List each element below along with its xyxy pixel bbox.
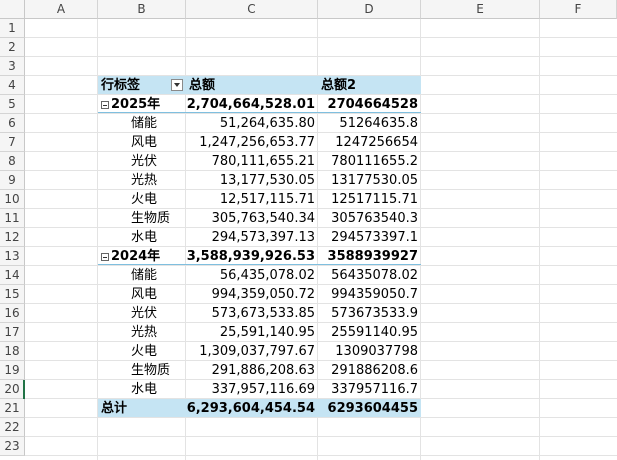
row-header-22[interactable]: 22 <box>0 418 25 437</box>
row-header-17[interactable]: 17 <box>0 323 25 342</box>
pivot-item-total2[interactable]: 1309037798 <box>318 342 421 361</box>
column-header-E[interactable]: E <box>421 0 540 19</box>
row-header-4[interactable]: 4 <box>0 76 25 95</box>
pivot-item-total2[interactable]: 573673533.9 <box>318 304 421 323</box>
pivot-item-total[interactable]: 56,435,078.02 <box>186 266 318 285</box>
pivot-item-label[interactable]: 水电 <box>98 380 186 399</box>
grid-line-horizontal <box>25 37 617 38</box>
pivot-group-label-text: 2024年 <box>111 249 161 264</box>
pivot-item-total[interactable]: 780,111,655.21 <box>186 152 318 171</box>
pivot-group-label[interactable]: 2025年 <box>98 95 186 114</box>
pivot-item-label[interactable]: 光热 <box>98 171 186 190</box>
pivot-item-total[interactable]: 1,247,256,653.77 <box>186 133 318 152</box>
column-header-B[interactable]: B <box>98 0 186 19</box>
grid-line-horizontal <box>25 455 617 456</box>
pivot-group-total[interactable]: 3,588,939,926.53 <box>186 247 318 266</box>
pivot-item-label[interactable]: 生物质 <box>98 361 186 380</box>
pivot-grand-total[interactable]: 6,293,604,454.54 <box>186 399 318 418</box>
pivot-item-total[interactable]: 305,763,540.34 <box>186 209 318 228</box>
pivot-group-total[interactable]: 2,704,664,528.01 <box>186 95 318 114</box>
pivot-grand-total2[interactable]: 6293604455 <box>318 399 421 418</box>
row-header-19[interactable]: 19 <box>0 361 25 380</box>
pivot-item-label[interactable]: 光伏 <box>98 152 186 171</box>
pivot-item-total[interactable]: 13,177,530.05 <box>186 171 318 190</box>
pivot-item-total2[interactable]: 337957116.7 <box>318 380 421 399</box>
row-header-9[interactable]: 9 <box>0 171 25 190</box>
row-header-13[interactable]: 13 <box>0 247 25 266</box>
row-header-8[interactable]: 8 <box>0 152 25 171</box>
column-header-F[interactable]: F <box>540 0 617 19</box>
pivot-item-label[interactable]: 火电 <box>98 190 186 209</box>
pivot-item-label[interactable]: 储能 <box>98 266 186 285</box>
pivot-item-total2[interactable]: 13177530.05 <box>318 171 421 190</box>
collapse-minus-icon[interactable] <box>101 252 109 261</box>
pivot-item-total[interactable]: 294,573,397.13 <box>186 228 318 247</box>
row-header-11[interactable]: 11 <box>0 209 25 228</box>
pivot-group-total2[interactable]: 3588939927 <box>318 247 421 266</box>
pivot-item-total2[interactable]: 1247256654 <box>318 133 421 152</box>
pivot-group-label-text: 2025年 <box>111 97 161 112</box>
column-header-C[interactable]: C <box>186 0 318 19</box>
row-header-21[interactable]: 21 <box>0 399 25 418</box>
row-header-3[interactable]: 3 <box>0 57 25 76</box>
row-header-6[interactable]: 6 <box>0 114 25 133</box>
row-header-12[interactable]: 12 <box>0 228 25 247</box>
row-header-14[interactable]: 14 <box>0 266 25 285</box>
select-all-corner[interactable] <box>0 0 25 19</box>
pivot-grand-total-label[interactable]: 总计 <box>98 399 186 418</box>
pivot-item-label[interactable]: 火电 <box>98 342 186 361</box>
pivot-item-label[interactable]: 风电 <box>98 285 186 304</box>
pivot-item-total2[interactable]: 56435078.02 <box>318 266 421 285</box>
pivot-item-total2[interactable]: 305763540.3 <box>318 209 421 228</box>
pivot-item-label[interactable]: 水电 <box>98 228 186 247</box>
filter-dropdown-button[interactable] <box>171 79 183 91</box>
pivot-item-total2[interactable]: 994359050.7 <box>318 285 421 304</box>
pivot-item-label[interactable]: 风电 <box>98 133 186 152</box>
pivot-item-total2[interactable]: 12517115.71 <box>318 190 421 209</box>
pivot-header-total2[interactable]: 总额2 <box>318 76 421 95</box>
row-header-16[interactable]: 16 <box>0 304 25 323</box>
row-header-7[interactable]: 7 <box>0 133 25 152</box>
row-header-10[interactable]: 10 <box>0 190 25 209</box>
pivot-item-total[interactable]: 51,264,635.80 <box>186 114 318 133</box>
pivot-item-total[interactable]: 12,517,115.71 <box>186 190 318 209</box>
row-header-20[interactable]: 20 <box>0 380 25 399</box>
row-header-1[interactable]: 1 <box>0 19 25 38</box>
pivot-item-total[interactable]: 291,886,208.63 <box>186 361 318 380</box>
row-header-2[interactable]: 2 <box>0 38 25 57</box>
row-header-15[interactable]: 15 <box>0 285 25 304</box>
row-header-23[interactable]: 23 <box>0 437 25 456</box>
pivot-item-label[interactable]: 生物质 <box>98 209 186 228</box>
pivot-item-label[interactable]: 光热 <box>98 323 186 342</box>
grid-line-vertical <box>539 19 540 460</box>
pivot-item-total2[interactable]: 291886208.6 <box>318 361 421 380</box>
pivot-item-total2[interactable]: 25591140.95 <box>318 323 421 342</box>
pivot-item-total[interactable]: 1,309,037,797.67 <box>186 342 318 361</box>
pivot-item-total2[interactable]: 51264635.8 <box>318 114 421 133</box>
column-header-D[interactable]: D <box>318 0 421 19</box>
collapse-minus-icon[interactable] <box>101 100 109 109</box>
column-header-A[interactable]: A <box>25 0 98 19</box>
pivot-group-total2[interactable]: 2704664528 <box>318 95 421 114</box>
pivot-item-total2[interactable]: 294573397.1 <box>318 228 421 247</box>
pivot-item-total[interactable]: 25,591,140.95 <box>186 323 318 342</box>
pivot-item-label[interactable]: 储能 <box>98 114 186 133</box>
row-header-18[interactable]: 18 <box>0 342 25 361</box>
pivot-item-total[interactable]: 994,359,050.72 <box>186 285 318 304</box>
pivot-group-label[interactable]: 2024年 <box>98 247 186 266</box>
grid-line-horizontal <box>25 56 617 57</box>
pivot-item-total[interactable]: 337,957,116.69 <box>186 380 318 399</box>
spreadsheet-grid[interactable]: ABCDEF 1 2 3 4 5 6 7 8 9 10 11 12 13 14 15 16 17 18 19 20 21… <box>0 0 617 460</box>
pivot-header-total[interactable]: 总额 <box>186 76 318 95</box>
pivot-item-total[interactable]: 573,673,533.85 <box>186 304 318 323</box>
row-header-5[interactable]: 5 <box>0 95 25 114</box>
pivot-item-total2[interactable]: 780111655.2 <box>318 152 421 171</box>
selected-row-indicator <box>23 380 25 399</box>
grid-line-horizontal <box>25 436 617 437</box>
pivot-item-label[interactable]: 光伏 <box>98 304 186 323</box>
